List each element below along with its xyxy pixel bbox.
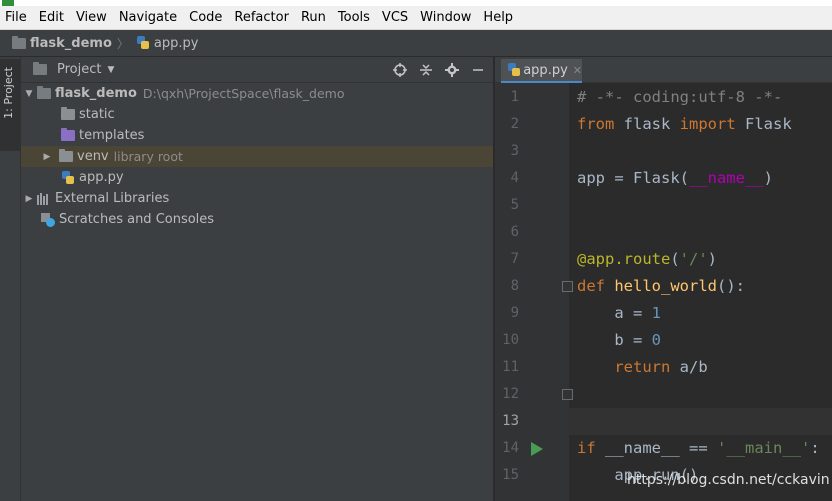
line-number: 4 <box>510 170 519 186</box>
line-number: 10 <box>502 332 519 348</box>
editor-tab-bar: app.py ✕ <box>495 57 832 83</box>
tree-item-scratches[interactable]: Scratches and Consoles <box>21 209 493 230</box>
menu-run[interactable]: Run <box>295 6 332 30</box>
code-line-14: if __name__ == '__main__': <box>577 439 820 457</box>
code-line-11: return a/b <box>577 358 708 376</box>
menu-tools[interactable]: Tools <box>332 6 376 30</box>
line-number: 8 <box>510 278 519 294</box>
line-number: 1 <box>510 89 519 105</box>
chevron-down-icon[interactable]: ▼ <box>107 65 114 75</box>
tab-app-py[interactable]: app.py ✕ <box>501 59 582 83</box>
breadcrumb-project[interactable]: flask_demo <box>10 35 112 51</box>
breadcrumb-file[interactable]: app.py <box>134 36 198 51</box>
menu-edit[interactable]: Edit <box>33 6 70 30</box>
code-area[interactable]: # -*- coding:utf-8 -*- from flask import… <box>569 83 832 501</box>
project-panel-tools <box>391 61 487 79</box>
tree-item-external-libraries[interactable]: ▶ External Libraries <box>21 188 493 209</box>
folder-icon <box>37 86 51 99</box>
project-tool-tab[interactable]: 1: Project <box>0 59 21 151</box>
code-line-1: # -*- coding:utf-8 -*- <box>577 88 783 106</box>
locate-icon[interactable] <box>391 61 409 79</box>
line-number-current: 13 <box>502 413 519 429</box>
code-line-10: b = 0 <box>577 331 661 349</box>
line-number: 9 <box>510 305 519 321</box>
code-line-8: def hello_world(): <box>577 277 745 295</box>
menu-view[interactable]: View <box>70 6 113 30</box>
line-number: 2 <box>510 116 519 132</box>
menu-help[interactable]: Help <box>477 6 519 30</box>
line-number: 14 <box>502 440 519 456</box>
watermark: https://blog.csdn.net/cckavin <box>627 472 830 488</box>
menu-window[interactable]: Window <box>414 6 477 30</box>
line-number: 12 <box>502 386 519 402</box>
collapse-icon[interactable] <box>417 61 435 79</box>
folder-icon <box>12 35 26 49</box>
line-number: 15 <box>502 467 519 483</box>
menu-refactor[interactable]: Refactor <box>228 6 295 30</box>
breadcrumb: flask_demo 〉 app.py <box>0 30 832 57</box>
expand-arrow-icon[interactable]: ▼ <box>23 89 35 99</box>
tree-item-venv[interactable]: ▶ venv library root <box>21 146 493 167</box>
project-panel-header: Project ▼ <box>21 57 493 83</box>
library-root-note: library root <box>113 149 183 164</box>
folder-icon <box>61 107 75 120</box>
gear-icon[interactable] <box>443 61 461 79</box>
chevron-right-icon: 〉 <box>116 36 129 51</box>
editor-gutter: 1 2 3 4 5 6 7 8 9 10 11 12 13 14 15 <box>495 83 573 501</box>
menu-vcs[interactable]: VCS <box>376 6 414 30</box>
run-icon[interactable] <box>531 442 543 456</box>
templates-folder-icon <box>61 128 75 141</box>
left-tool-strip: 1: Project <box>0 57 21 501</box>
project-path: D:\qxh\ProjectSpace\flask_demo <box>142 86 345 101</box>
line-number: 3 <box>510 143 519 159</box>
tree-item-static[interactable]: static <box>21 104 493 125</box>
project-panel: Project ▼ ▼ flask_demo D:\qxh\ProjectSpa… <box>21 57 494 501</box>
folder-icon <box>59 149 73 162</box>
project-view-selector[interactable]: Project <box>57 62 101 77</box>
expand-arrow-icon[interactable]: ▶ <box>23 194 35 204</box>
python-file-icon <box>136 36 150 50</box>
tree-item-templates[interactable]: templates <box>21 125 493 146</box>
code-line-9: a = 1 <box>577 304 661 322</box>
project-tool-tab-label: 1: Project <box>2 67 15 119</box>
menu-code[interactable]: Code <box>183 6 228 30</box>
code-line-13-current <box>569 408 832 435</box>
code-line-2: from flask import Flask <box>577 115 792 133</box>
tree-item-flask-demo[interactable]: ▼ flask_demo D:\qxh\ProjectSpace\flask_d… <box>21 83 493 104</box>
code-line-4: app = Flask(__name__) <box>577 169 773 187</box>
line-number: 5 <box>510 197 519 213</box>
menu-bar: File Edit View Navigate Code Refactor Ru… <box>0 6 832 30</box>
close-icon[interactable]: ✕ <box>573 64 582 77</box>
line-number: 7 <box>510 251 519 267</box>
menu-file[interactable]: File <box>0 6 33 30</box>
line-number: 11 <box>502 359 519 375</box>
project-tree: ▼ flask_demo D:\qxh\ProjectSpace\flask_d… <box>21 83 493 230</box>
minimize-icon[interactable] <box>469 61 487 79</box>
scratches-icon <box>41 212 55 227</box>
editor: app.py ✕ 1 2 3 4 5 6 7 8 9 10 11 12 13 1… <box>495 57 832 501</box>
python-file-icon <box>507 63 521 77</box>
menu-navigate[interactable]: Navigate <box>113 6 183 30</box>
tree-item-app-py[interactable]: app.py <box>21 167 493 188</box>
library-icon <box>37 192 51 205</box>
expand-arrow-icon[interactable]: ▶ <box>41 152 53 162</box>
project-icon <box>33 62 47 75</box>
code-line-7: @app.route('/') <box>577 250 718 268</box>
line-number: 6 <box>510 224 519 240</box>
python-file-icon <box>61 170 75 185</box>
